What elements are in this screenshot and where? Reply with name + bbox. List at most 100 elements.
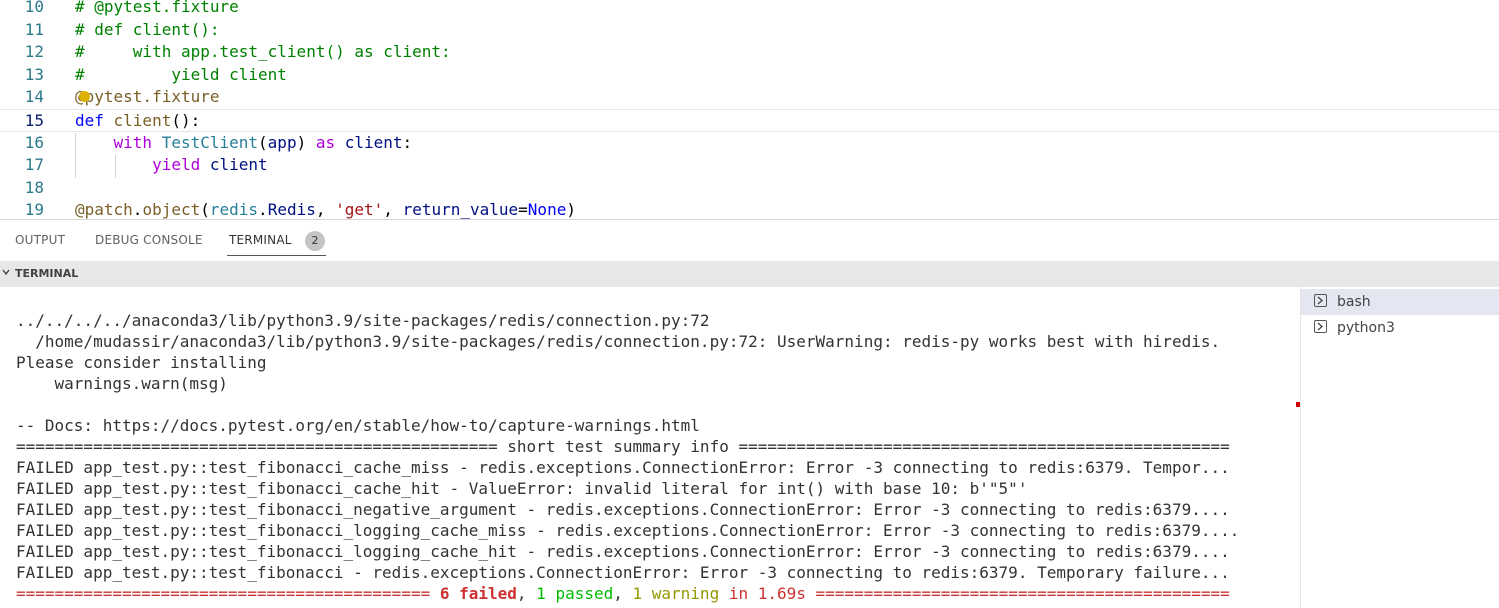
terminal-text: ../../../../anaconda3/lib/python3.9/site… [16, 311, 710, 330]
line-number: 12 [24, 42, 44, 62]
line-number: 13 [24, 64, 44, 84]
terminal-text: -- Docs: https://docs.pytest.org/en/stab… [16, 416, 700, 435]
code-token: 'get' [335, 200, 384, 219]
terminal-session-label: python3 [1337, 320, 1395, 336]
code-token: TestClient [161, 132, 259, 152]
terminal-text: 1 passed [536, 584, 614, 603]
terminal-count-badge: 2 [305, 231, 325, 251]
code-line[interactable]: 18 [0, 177, 1499, 200]
code-token: ) [296, 132, 316, 152]
code-token: # @pytest.fixture [75, 0, 239, 16]
terminal-line: FAILED app_test.py::test_fibonacci_cache… [16, 478, 1027, 499]
terminal-session-label: bash [1337, 294, 1371, 310]
code-line[interactable]: 14 @pytest.fixture [0, 86, 1499, 109]
terminal-text: warnings.warn(msg) [16, 374, 228, 393]
code-token: : [402, 132, 413, 152]
code-line[interactable]: 12 # with app.test_client() as client: [0, 41, 1499, 64]
code-token: return_value [402, 200, 519, 219]
terminal-text: FAILED app_test.py::test_fibonacci_loggi… [16, 542, 1230, 561]
code-token: with [113, 132, 162, 152]
terminal-line: ../../../../anaconda3/lib/python3.9/site… [16, 310, 710, 331]
code-line[interactable]: 11 # def client(): [0, 19, 1499, 42]
code-line[interactable]: 15 def client(): [0, 109, 1499, 132]
terminal-line: warnings.warn(msg) [16, 373, 228, 394]
code-token: client [344, 132, 403, 152]
line-number: 11 [24, 19, 44, 39]
code-token: = [518, 200, 528, 219]
line-number: 15 [24, 111, 44, 130]
code-token: redis [209, 200, 259, 219]
code-token: , [315, 200, 336, 219]
terminal-text: , [613, 584, 633, 603]
lightbulb-icon[interactable] [79, 91, 90, 102]
code-text: with TestClient(app) as client: [75, 132, 413, 155]
code-text: def client(): [75, 110, 200, 133]
line-number: 16 [24, 132, 44, 152]
terminal-line: FAILED app_test.py::test_fibonacci_loggi… [16, 541, 1230, 562]
terminal-line: Please consider installing [16, 352, 266, 373]
code-token: @pytest.fixture [75, 87, 220, 107]
code-token: # with app.test_client() as client: [75, 42, 451, 62]
terminal-session-list: bash python3 [1301, 287, 1499, 608]
terminal-text: FAILED app_test.py::test_fibonacci_loggi… [16, 521, 1240, 540]
terminal-line: ========================================… [16, 436, 1230, 457]
terminal-line: ========================================… [16, 583, 1230, 604]
terminal-section-header[interactable]: TERMINAL [0, 261, 1499, 287]
terminal-session-bash[interactable]: bash [1301, 289, 1499, 315]
terminal-text: ========================================… [805, 584, 1230, 603]
code-text: # def client(): [75, 19, 220, 42]
code-token: ( [200, 200, 210, 219]
terminal-text: FAILED app_test.py::test_fibonacci_cache… [16, 458, 1230, 477]
line-number: 17 [24, 155, 44, 175]
terminal-session-python3[interactable]: python3 [1301, 315, 1499, 341]
terminal-text: in 1.69s [719, 584, 806, 603]
terminal-icon [1314, 294, 1327, 307]
code-token: object [142, 200, 201, 219]
tab-debug-console[interactable]: DEBUG CONSOLE [95, 220, 203, 261]
terminal-line: FAILED app_test.py::test_fibonacci_loggi… [16, 520, 1239, 541]
code-token: client [209, 155, 268, 175]
line-number: 19 [24, 200, 44, 219]
terminal-icon [1314, 320, 1327, 333]
terminal-line: FAILED app_test.py::test_fibonacci_negat… [16, 499, 1230, 520]
code-token: def [75, 111, 114, 130]
code-text: yield client [75, 154, 268, 177]
code-token: # def client(): [75, 19, 220, 39]
terminal-output[interactable]: ../../../../anaconda3/lib/python3.9/site… [0, 287, 1300, 608]
terminal-text: ========================================… [16, 437, 1230, 456]
code-text: # @pytest.fixture [75, 0, 239, 19]
terminal-text: FAILED app_test.py::test_fibonacci - red… [16, 563, 1230, 582]
terminal-text: ========================================… [16, 584, 440, 603]
code-token: @patch [75, 200, 133, 219]
code-line[interactable]: 10 # @pytest.fixture [0, 0, 1499, 19]
code-editor[interactable]: 10 # @pytest.fixture 11 # def client(): 12 # … [0, 0, 1499, 219]
code-token: yield [152, 155, 210, 175]
active-tab-indicator [227, 255, 326, 256]
terminal-line: -- Docs: https://docs.pytest.org/en/stab… [16, 415, 700, 436]
code-token: # yield client [75, 64, 287, 84]
terminal-text: 1 warning [632, 584, 720, 603]
code-line[interactable]: 19 @patch.object(redis.Redis, 'get', retu… [0, 199, 1499, 219]
tab-output[interactable]: OUTPUT [15, 220, 65, 261]
code-line[interactable]: 17 yield client [0, 154, 1499, 177]
code-line[interactable]: 13 # yield client [0, 64, 1499, 87]
code-token: (): [171, 111, 201, 130]
indent-guide [115, 155, 116, 178]
terminal-line: FAILED app_test.py::test_fibonacci_cache… [16, 457, 1230, 478]
code-text: @pytest.fixture [75, 86, 220, 109]
code-token: , [383, 200, 403, 219]
line-number: 14 [24, 87, 44, 107]
line-number: 18 [24, 177, 44, 197]
code-text: # yield client [75, 64, 287, 87]
scrollbar-marker [1296, 402, 1300, 407]
code-line[interactable]: 16 with TestClient(app) as client: [0, 132, 1499, 155]
code-token: . [258, 200, 268, 219]
terminal-line: /home/mudassir/anaconda3/lib/python3.9/s… [16, 331, 1220, 352]
terminal-text: FAILED app_test.py::test_fibonacci_negat… [16, 500, 1230, 519]
terminal-text: FAILED app_test.py::test_fibonacci_cache… [16, 479, 1028, 498]
panel-tab-bar: OUTPUT DEBUG CONSOLE TERMINAL [0, 220, 1499, 261]
code-token: . [132, 200, 143, 219]
terminal-text: , [516, 584, 537, 603]
terminal-text: 6 failed [439, 584, 517, 603]
